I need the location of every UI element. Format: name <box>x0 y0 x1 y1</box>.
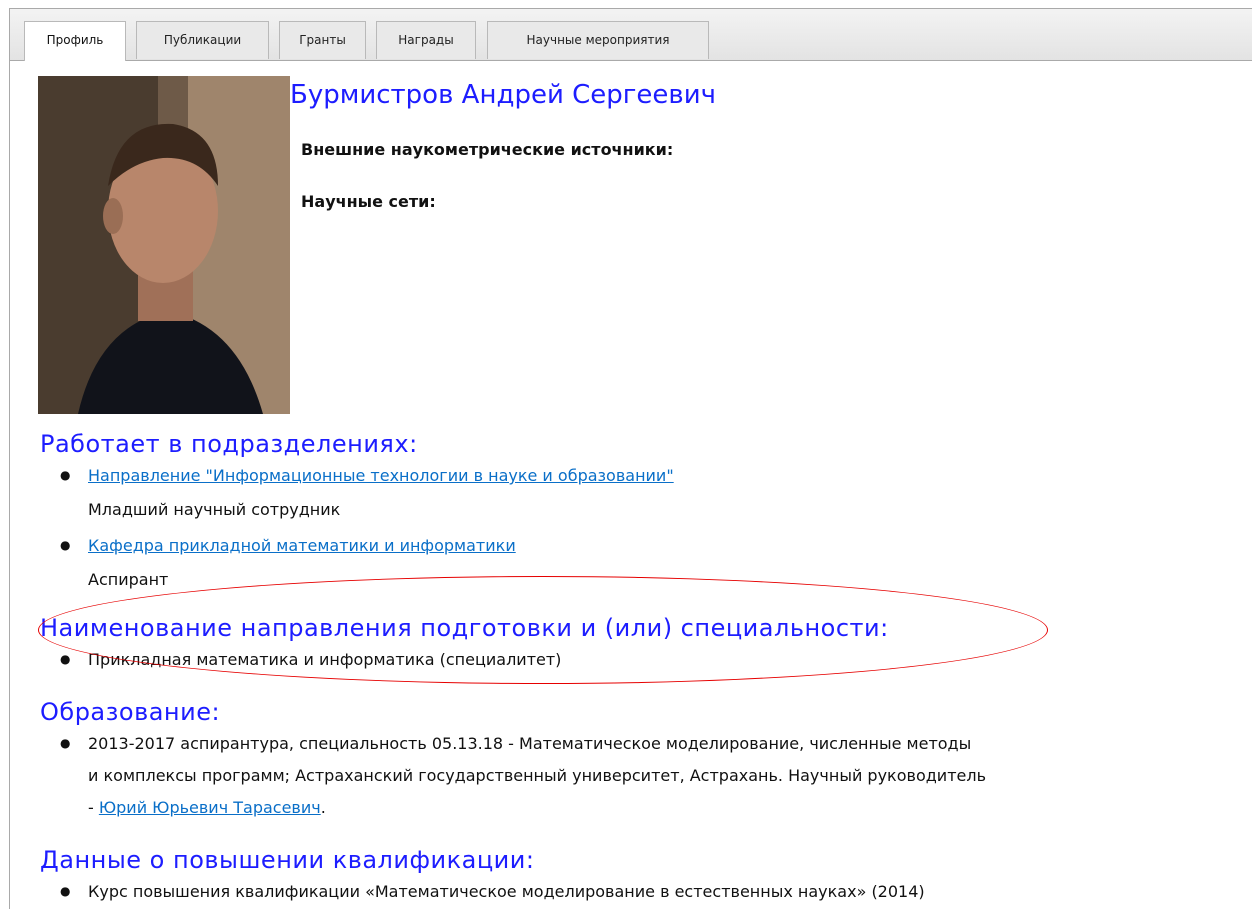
education-line-3: - Юрий Юрьевич Тарасевич. <box>88 798 326 817</box>
departments-heading: Работает в подразделениях: <box>40 430 418 458</box>
bullet-icon: ● <box>60 468 71 482</box>
education-line-3-prefix: - <box>88 798 99 817</box>
qualification-heading: Данные о повышении квалификации: <box>40 846 535 874</box>
qualification-item: Курс повышения квалификации «Математичес… <box>88 882 925 901</box>
scientometric-sources-label: Внешние наукометрические источники: <box>301 140 674 159</box>
specialty-heading: Наименование направления подготовки и (и… <box>40 614 889 642</box>
tab-events[interactable]: Научные мероприятия <box>487 21 709 59</box>
specialty-item: Прикладная математика и информатика (спе… <box>88 650 562 669</box>
bullet-icon: ● <box>60 884 71 898</box>
department-link-it[interactable]: Направление "Информационные технологии в… <box>88 466 674 485</box>
bullet-icon: ● <box>60 652 71 666</box>
bullet-icon: ● <box>60 736 71 750</box>
supervisor-link[interactable]: Юрий Юрьевич Тарасевич <box>99 798 321 817</box>
tab-bar: Профиль Публикации Гранты Награды Научны… <box>10 9 1252 61</box>
education-line-1: 2013-2017 аспирантура, специальность 05.… <box>88 734 972 753</box>
tab-grants[interactable]: Гранты <box>279 21 366 59</box>
education-line-3-suffix: . <box>320 798 326 817</box>
department-link-math[interactable]: Кафедра прикладной математики и информат… <box>88 536 516 555</box>
department-role: Младший научный сотрудник <box>88 500 341 519</box>
person-name: Бурмистров Андрей Сергеевич <box>290 80 716 110</box>
portrait-image <box>38 76 290 414</box>
profile-photo <box>38 76 290 414</box>
department-role: Аспирант <box>88 570 169 589</box>
tab-profile[interactable]: Профиль <box>24 21 126 61</box>
tab-publications[interactable]: Публикации <box>136 21 269 59</box>
scientific-networks-label: Научные сети: <box>301 192 436 211</box>
tab-awards[interactable]: Награды <box>376 21 476 59</box>
education-heading: Образование: <box>40 698 221 726</box>
education-line-2: и комплексы программ; Астраханский госуд… <box>88 766 987 785</box>
bullet-icon: ● <box>60 538 71 552</box>
